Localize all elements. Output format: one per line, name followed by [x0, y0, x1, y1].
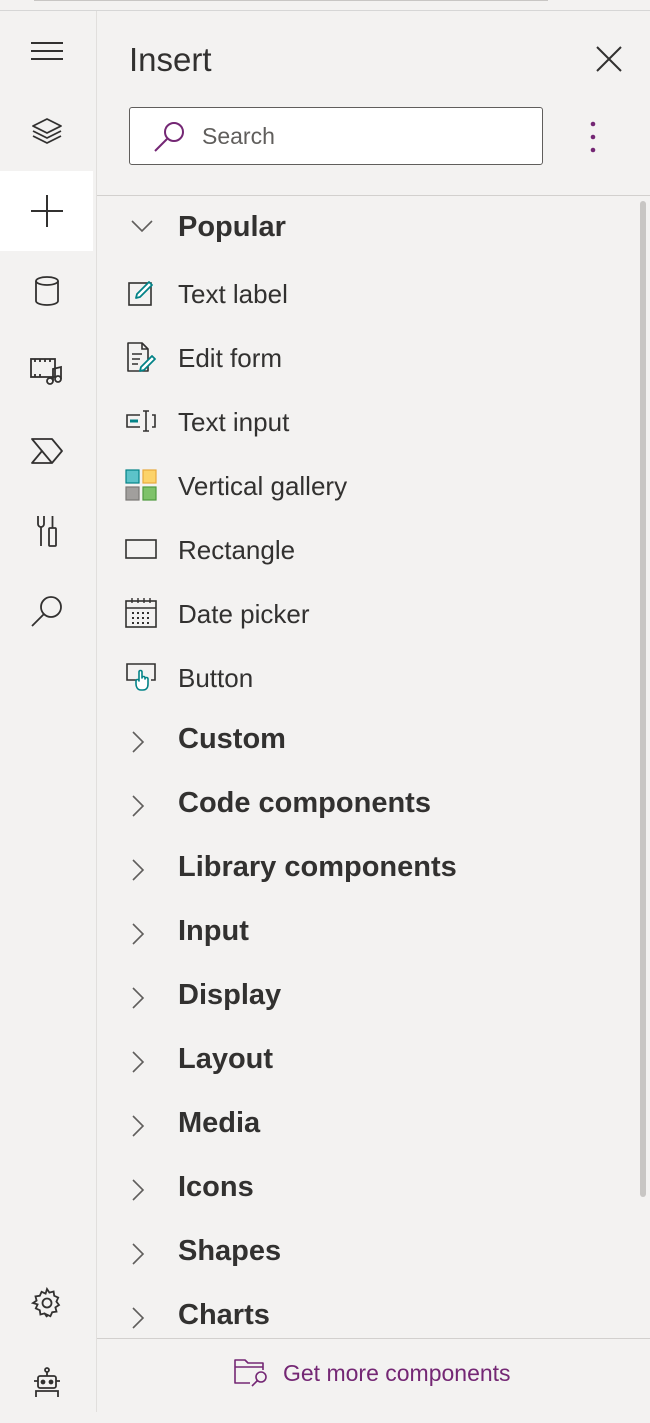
category-label: Popular — [178, 211, 286, 243]
category-label: Library components — [178, 851, 457, 883]
item-label: Button — [178, 663, 254, 693]
data-button[interactable] — [0, 251, 93, 331]
item-button[interactable]: Button — [97, 645, 637, 709]
chevron-right-icon — [132, 859, 145, 881]
category-custom[interactable]: Custom — [97, 709, 637, 773]
close-icon — [596, 46, 622, 72]
category-charts[interactable]: Charts — [97, 1285, 637, 1338]
gear-icon — [30, 1287, 60, 1318]
chevron-right-icon — [132, 1051, 145, 1073]
category-layout[interactable]: Layout — [97, 1029, 637, 1093]
item-date-picker[interactable]: Date picker — [97, 581, 637, 645]
insert-panel: Insert Popular Text label Edit form Text… — [97, 11, 650, 1413]
tree-view-button[interactable] — [0, 91, 93, 171]
search-input[interactable] — [202, 108, 532, 164]
rectangle-icon — [125, 539, 157, 559]
category-popular[interactable]: Popular — [97, 197, 637, 261]
text-input-icon — [126, 410, 156, 432]
category-library-components[interactable]: Library components — [97, 837, 637, 901]
close-button[interactable] — [591, 41, 627, 77]
category-display[interactable]: Display — [97, 965, 637, 1029]
more-options-button[interactable] — [581, 117, 605, 157]
category-label: Custom — [178, 723, 286, 755]
tools-icon — [36, 516, 57, 547]
category-label: Media — [178, 1107, 261, 1139]
advanced-tools-button[interactable] — [0, 491, 93, 571]
search-icon — [154, 122, 184, 152]
category-icons[interactable]: Icons — [97, 1157, 637, 1221]
item-vertical-gallery[interactable]: Vertical gallery — [97, 453, 637, 517]
power-automate-icon — [30, 438, 63, 464]
category-code-components[interactable]: Code components — [97, 773, 637, 837]
item-label: Rectangle — [178, 535, 296, 565]
category-label: Input — [178, 915, 249, 947]
component-list: Popular Text label Edit form Text input … — [97, 197, 637, 1338]
button-icon — [126, 663, 156, 691]
category-label: Icons — [178, 1171, 254, 1203]
top-toolbar-edge — [0, 0, 650, 11]
chevron-right-icon — [132, 731, 145, 753]
insert-button[interactable] — [0, 171, 93, 251]
chevron-right-icon — [132, 1243, 145, 1265]
media-button[interactable] — [0, 331, 93, 411]
left-rail — [0, 11, 97, 1412]
chevron-right-icon — [132, 1179, 145, 1201]
folder-search-icon — [234, 1359, 267, 1387]
item-label: Text input — [178, 407, 290, 437]
virtual-agents-button[interactable] — [0, 1343, 93, 1423]
item-label: Edit form — [178, 343, 283, 373]
search-button[interactable] — [0, 571, 93, 651]
item-label: Text label — [178, 279, 288, 309]
category-label: Charts — [178, 1299, 270, 1331]
chevron-right-icon — [132, 1307, 145, 1329]
bot-icon — [33, 1367, 60, 1397]
more-vertical-icon — [590, 121, 596, 153]
list-scrollbar[interactable] — [640, 201, 646, 1197]
chevron-right-icon — [132, 1115, 145, 1137]
get-more-components-link[interactable]: Get more components — [233, 1357, 511, 1389]
category-input[interactable]: Input — [97, 901, 637, 965]
chevron-right-icon — [132, 987, 145, 1009]
chevron-down-icon — [131, 220, 153, 233]
category-media[interactable]: Media — [97, 1093, 637, 1157]
formula-bar-edge — [34, 0, 548, 1]
vertical-gallery-icon — [125, 469, 157, 501]
layers-icon — [31, 118, 62, 144]
search-icon — [30, 596, 62, 627]
hamburger-icon — [30, 42, 63, 60]
plus-icon — [30, 195, 63, 227]
item-text-label[interactable]: Text label — [97, 261, 637, 325]
item-edit-form[interactable]: Edit form — [97, 325, 637, 389]
chevron-right-icon — [132, 795, 145, 817]
category-shapes[interactable]: Shapes — [97, 1221, 637, 1285]
header-divider — [97, 195, 650, 196]
database-icon — [34, 276, 59, 306]
item-text-input[interactable]: Text input — [97, 389, 637, 453]
media-icon — [29, 358, 62, 385]
panel-title: Insert — [129, 41, 212, 78]
text-label-icon — [128, 281, 153, 306]
calendar-icon — [125, 598, 157, 628]
category-label: Layout — [178, 1043, 274, 1075]
settings-button[interactable] — [0, 1263, 93, 1343]
panel-footer: Get more components — [97, 1338, 650, 1413]
chevron-right-icon — [132, 923, 145, 945]
item-label: Vertical gallery — [178, 471, 348, 501]
get-more-components-label: Get more components — [283, 1359, 511, 1386]
item-label: Date picker — [178, 599, 310, 629]
category-label: Display — [178, 979, 282, 1011]
power-automate-button[interactable] — [0, 411, 93, 491]
menu-button[interactable] — [0, 11, 93, 91]
category-label: Code components — [178, 787, 431, 819]
category-label: Shapes — [178, 1235, 282, 1267]
item-rectangle[interactable]: Rectangle — [97, 517, 637, 581]
search-box[interactable] — [129, 107, 543, 165]
edit-form-icon — [127, 342, 156, 372]
